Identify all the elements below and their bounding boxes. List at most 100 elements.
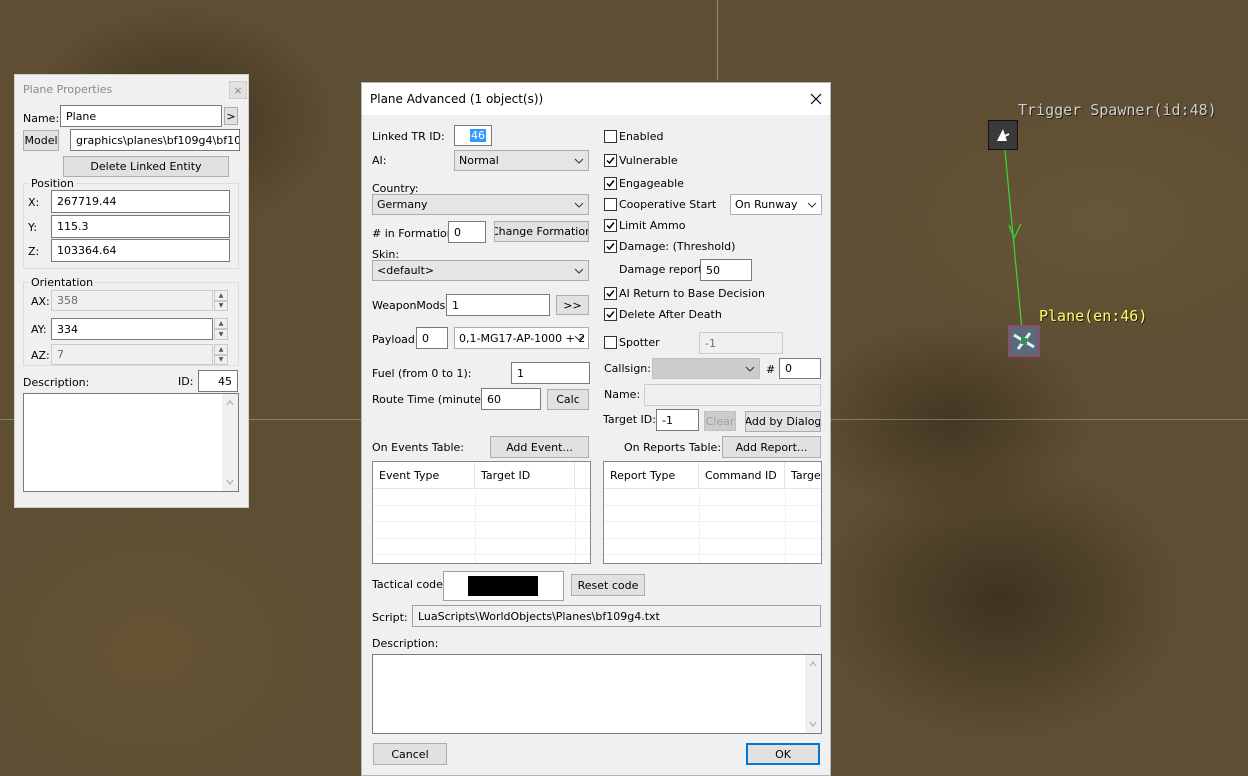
script-field[interactable]: LuaScripts\WorldObjects\Planes\bf109g4.t… <box>412 605 821 627</box>
reset-code-button[interactable]: Reset code <box>571 574 645 596</box>
events-col-event-type[interactable]: Event Type <box>373 462 475 488</box>
linked-tr-label: Linked TR ID: <box>372 130 445 143</box>
dialog-close-icon[interactable] <box>806 89 826 109</box>
name-label: Name: <box>23 112 60 125</box>
checkmark-icon <box>606 311 615 319</box>
limit-ammo-checkbox[interactable] <box>604 219 617 232</box>
payload-combo[interactable]: 0,1-MG17-AP-1000 + 2 <box>454 327 589 349</box>
coop-start-checkbox[interactable] <box>604 198 617 211</box>
enabled-checkbox[interactable] <box>604 130 617 143</box>
ay-field[interactable]: 334 <box>51 318 213 340</box>
z-field[interactable]: 103364.64 <box>51 239 230 262</box>
vulnerable-checkbox[interactable] <box>604 154 617 167</box>
id-field: 45 <box>198 370 238 392</box>
coop-start-combo[interactable]: On Runway <box>730 194 822 215</box>
damage-report-field[interactable]: 50 <box>700 259 752 281</box>
tactical-code-preview[interactable] <box>443 571 564 601</box>
engageable-checkbox[interactable] <box>604 177 617 190</box>
name-expand-button[interactable]: > <box>224 107 238 125</box>
linked-tr-value: 46 <box>470 129 486 142</box>
delete-linked-entity-button[interactable]: Delete Linked Entity <box>63 156 229 177</box>
reports-col-report-type[interactable]: Report Type <box>604 462 699 488</box>
events-grid-row <box>373 505 590 506</box>
description-scrollbar[interactable] <box>805 655 821 733</box>
events-grid-row <box>373 554 590 555</box>
spotter-checkbox[interactable] <box>604 336 617 349</box>
add-event-button[interactable]: Add Event... <box>490 436 589 458</box>
reports-grid-row <box>604 554 821 555</box>
description-textarea[interactable] <box>23 393 239 492</box>
calc-button[interactable]: Calc <box>547 389 589 410</box>
description-textarea[interactable] <box>372 654 822 734</box>
checkmark-icon <box>606 180 615 188</box>
reports-col-target[interactable]: Targe <box>785 462 821 488</box>
events-table[interactable]: Event Type Target ID <box>372 461 591 564</box>
checkmark-icon <box>606 290 615 298</box>
ai-combo[interactable]: Normal <box>454 150 589 171</box>
target-id-label: Target ID: <box>603 413 656 426</box>
delete-after-death-checkbox[interactable] <box>604 308 617 321</box>
model-button[interactable]: Model <box>23 130 59 151</box>
weaponmods-expand-button[interactable]: >> <box>556 295 589 315</box>
az-field: 7 <box>51 344 213 365</box>
payload-label: Payload: <box>372 333 419 346</box>
spotter-field: -1 <box>699 332 783 354</box>
route-time-field[interactable]: 60 <box>481 388 541 410</box>
trigger-spawner-label: Trigger Spawner(id:48) <box>1018 101 1217 119</box>
ax-field: 358 <box>51 290 213 311</box>
ok-button[interactable]: OK <box>746 743 820 765</box>
ay-spinner[interactable]: ▲ ▼ <box>214 318 228 340</box>
events-col-target-id[interactable]: Target ID <box>475 462 575 488</box>
damage-checkbox[interactable] <box>604 240 617 253</box>
cancel-button[interactable]: Cancel <box>373 743 447 765</box>
events-grid-line <box>475 488 476 563</box>
chevron-down-icon <box>807 202 817 208</box>
name-field[interactable]: Plane <box>60 105 222 127</box>
chevron-down-icon <box>745 366 755 372</box>
map-guide-horizontal-left <box>0 419 14 420</box>
route-time-label: Route Time (minutes): <box>372 393 495 406</box>
callsign-number-field[interactable]: 0 <box>779 358 821 379</box>
linked-tr-field[interactable]: 46 <box>454 125 492 146</box>
events-grid-line <box>575 488 576 563</box>
damage-report-label: Damage report: <box>619 263 707 276</box>
add-by-dialog-button[interactable]: Add by Dialog <box>745 411 821 432</box>
tactical-code-label: Tactical code <box>372 578 443 591</box>
name-field <box>644 384 821 406</box>
reports-table[interactable]: Report Type Command ID Targe <box>603 461 822 564</box>
description-scrollbar[interactable] <box>222 394 238 491</box>
y-field[interactable]: 115.3 <box>51 215 230 238</box>
reports-grid-row <box>604 538 821 539</box>
fuel-field[interactable]: 1 <box>511 362 590 384</box>
dialog-title: Plane Advanced (1 object(s)) <box>370 92 544 106</box>
ai-rtb-checkbox[interactable] <box>604 287 617 300</box>
plane-map-icon[interactable] <box>1008 325 1040 357</box>
limit-ammo-label: Limit Ammo <box>619 219 686 232</box>
plane-map-label: Plane(en:46) <box>1039 307 1148 325</box>
spotter-label: Spotter <box>619 336 660 349</box>
description-label: Description: <box>23 376 90 389</box>
target-id-field[interactable]: -1 <box>656 409 699 431</box>
plane-advanced-dialog: Plane Advanced (1 object(s)) Linked TR I… <box>361 82 831 776</box>
reports-col-command-id[interactable]: Command ID <box>699 462 785 488</box>
skin-combo[interactable]: <default> <box>372 260 589 281</box>
callsign-combo[interactable] <box>652 358 760 379</box>
ax-spinner: ▲ ▼ <box>214 290 228 311</box>
change-formation-button[interactable]: Change Formation <box>494 221 589 242</box>
ai-combo-value: Normal <box>459 154 499 167</box>
weaponmods-field[interactable]: 1 <box>446 294 550 316</box>
panel-close-button[interactable]: × <box>229 81 247 99</box>
formation-field[interactable]: 0 <box>448 221 486 243</box>
checkmark-icon <box>606 157 615 165</box>
country-combo[interactable]: Germany <box>372 194 589 215</box>
x-field[interactable]: 267719.44 <box>51 190 230 213</box>
y-label: Y: <box>28 221 37 234</box>
engageable-label: Engageable <box>619 177 684 190</box>
ai-rtb-label: AI Return to Base Decision <box>619 287 765 300</box>
add-report-button[interactable]: Add Report... <box>722 436 821 458</box>
payload-field[interactable]: 0 <box>416 327 448 349</box>
skin-combo-value: <default> <box>377 264 435 277</box>
on-events-label: On Events Table: <box>372 441 465 454</box>
trigger-spawner-icon[interactable] <box>988 120 1018 150</box>
model-path-field[interactable]: graphics\planes\bf109g4\bf109g4 <box>70 129 240 151</box>
